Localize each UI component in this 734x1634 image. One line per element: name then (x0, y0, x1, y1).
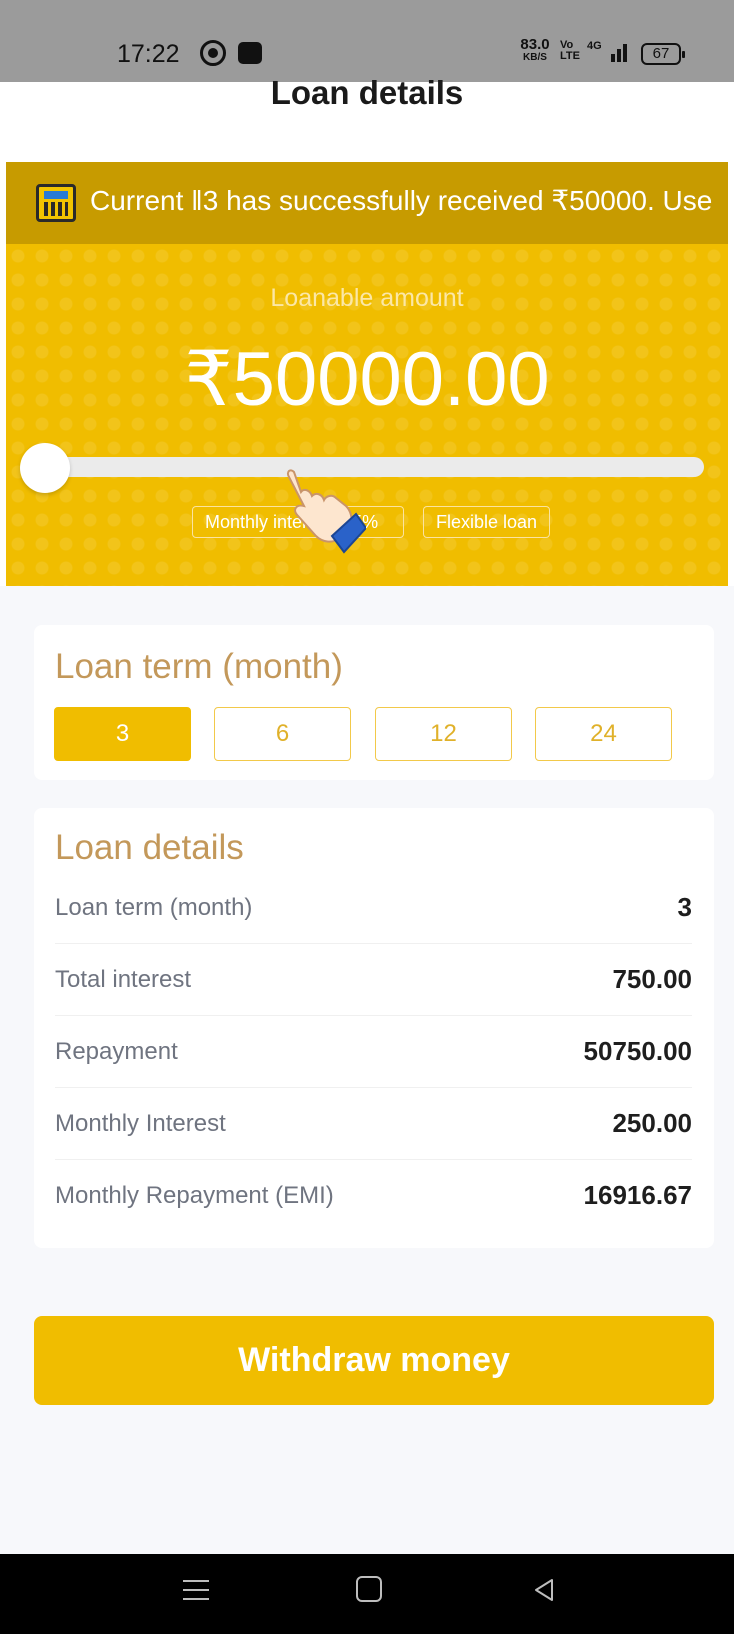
detail-row-total-interest: Total interest 750.00 (55, 944, 692, 1016)
detail-row-repayment: Repayment 50750.00 (55, 1016, 692, 1088)
loan-term-card: Loan term (month) 3 6 12 24 (34, 625, 714, 780)
loan-amount-panel: Loanable amount ₹50000.00 Monthly intere… (6, 244, 728, 586)
home-icon[interactable] (356, 1576, 382, 1602)
ticker-text: Current ‖3 has successfully received ₹50… (90, 185, 713, 216)
network-speed: 83.0 KB/S (517, 37, 553, 64)
battery-icon: 67 (641, 43, 685, 65)
lte-label: LTE (560, 50, 580, 62)
detail-value: 3 (677, 892, 692, 922)
hand-pointer-icon (286, 469, 366, 554)
detail-row-emi: Monthly Repayment (EMI) 16916.67 (55, 1160, 692, 1232)
detail-value: 750.00 (612, 964, 692, 994)
whatsapp-icon (200, 40, 226, 66)
system-navigation-bar (0, 1554, 734, 1634)
announcement-ticker: Current ‖3 has successfully received ₹50… (6, 162, 728, 244)
back-icon[interactable] (530, 1576, 558, 1604)
detail-value: 250.00 (612, 1108, 692, 1138)
detail-label: Monthly Repayment (EMI) (55, 1182, 334, 1209)
calculator-icon (36, 184, 76, 222)
status-time: 17:22 (117, 40, 180, 68)
detail-label: Repayment (55, 1038, 178, 1065)
page-title: Loan details (270, 74, 464, 111)
volte-indicator: Vo LTE (560, 40, 580, 62)
amount-slider-track[interactable] (46, 457, 704, 477)
flexible-loan-tag: Flexible loan (423, 506, 551, 538)
network-type: 4G (587, 40, 602, 52)
loan-term-title: Loan term (month) (55, 647, 343, 686)
term-option-24[interactable]: 24 (535, 707, 672, 761)
detail-row-term: Loan term (month) 3 (55, 872, 692, 944)
signal-icon: 4G (587, 40, 627, 62)
detail-value: 16916.67 (583, 1180, 692, 1210)
loanable-amount-value: ₹50000.00 (184, 337, 550, 422)
detail-label: Loan term (month) (55, 894, 253, 921)
battery-level: 67 (652, 45, 670, 62)
loanable-amount-label: Loanable amount (270, 284, 464, 312)
app-notification-icon (238, 42, 262, 64)
recent-apps-icon[interactable] (183, 1578, 209, 1602)
detail-row-monthly-interest: Monthly Interest 250.00 (55, 1088, 692, 1160)
detail-label: Monthly Interest (55, 1110, 226, 1137)
term-option-3[interactable]: 3 (54, 707, 191, 761)
detail-label: Total interest (55, 966, 192, 993)
loan-details-card: Loan details Loan term (month) 3 Total i… (34, 808, 714, 1248)
loan-details-title: Loan details (55, 828, 244, 867)
term-option-6[interactable]: 6 (214, 707, 351, 761)
loan-details-screen: 17:22 83.0 KB/S Vo LTE 4G 67 Loan detail… (0, 0, 734, 1634)
withdraw-money-button[interactable]: Withdraw money (34, 1316, 714, 1405)
status-bar: 17:22 83.0 KB/S Vo LTE 4G 67 (0, 0, 734, 82)
term-option-12[interactable]: 12 (375, 707, 512, 761)
amount-slider-handle[interactable] (20, 443, 70, 493)
detail-value: 50750.00 (583, 1036, 692, 1066)
